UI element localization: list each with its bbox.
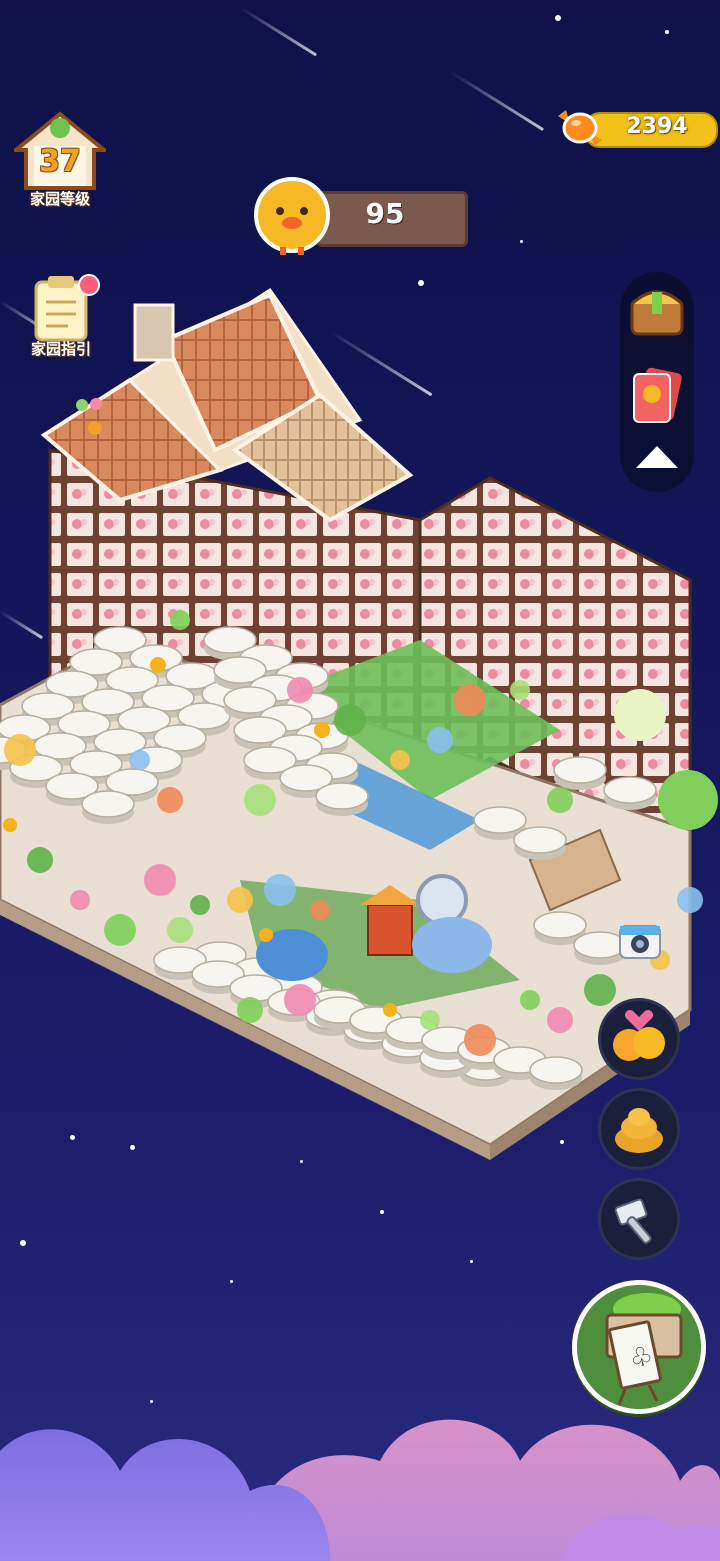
star <box>300 1160 303 1163</box>
decoration-plant <box>104 914 136 946</box>
round-table <box>81 790 135 824</box>
duck-pile-button[interactable] <box>598 1088 680 1170</box>
decoration-plant <box>420 1010 440 1030</box>
round-table <box>529 1056 583 1090</box>
decoration-plant <box>70 890 90 910</box>
decoration-plant <box>237 997 263 1023</box>
decoration-plant <box>520 990 540 1010</box>
decoration-plant <box>677 887 703 913</box>
round-table <box>603 776 657 810</box>
home-guide-label: 家园指引 <box>30 340 91 358</box>
decoration-plant <box>190 895 210 915</box>
home-guide-button[interactable]: 家园指引 <box>18 272 104 364</box>
decoration-plant <box>510 680 530 700</box>
decoration-plant <box>287 677 313 703</box>
shooting-star <box>449 70 545 132</box>
ducks-heart-icon <box>613 1010 665 1061</box>
decoration-plant <box>427 727 453 753</box>
star <box>20 1240 26 1246</box>
star <box>470 1260 473 1263</box>
duck-counter[interactable]: 95 <box>254 175 468 257</box>
decoration-plant <box>454 684 486 716</box>
currency-value: 2394 <box>626 114 688 139</box>
cards-icon <box>633 367 682 423</box>
side-menu <box>620 272 694 492</box>
decoration-plant <box>144 864 176 896</box>
decoration-plant <box>27 847 53 873</box>
chest-button[interactable] <box>626 280 688 342</box>
decoration-plant <box>227 887 253 913</box>
decoration-plant <box>464 1024 496 1056</box>
duck-value: 95 <box>365 197 405 230</box>
decoration-plant <box>157 787 183 813</box>
decoration-plant <box>390 750 410 770</box>
decoration-plant <box>310 900 330 920</box>
home-level-number: 37 <box>39 144 81 179</box>
decoration-plant <box>547 1007 573 1033</box>
shooting-star <box>239 6 318 57</box>
yellow-duck-icon <box>254 177 330 255</box>
hammer-icon <box>614 1198 652 1244</box>
decoration-plant <box>170 610 190 630</box>
star <box>230 1280 233 1283</box>
build-shop-button[interactable]: ♧ <box>572 1280 706 1414</box>
star <box>665 30 669 34</box>
round-table <box>315 782 369 816</box>
home-level-button[interactable]: 37 家园等级 <box>14 110 106 210</box>
notification-dot <box>78 274 100 296</box>
candy-icon <box>558 110 602 146</box>
cards-button[interactable] <box>626 364 688 426</box>
currency-counter[interactable]: 2394 <box>558 108 718 148</box>
decoration-plant <box>4 734 36 766</box>
decoration-plant <box>167 917 193 943</box>
camera-button[interactable] <box>618 920 662 960</box>
collapse-button[interactable] <box>634 442 680 472</box>
decoration-plant <box>130 750 150 770</box>
home-level-label: 家园等级 <box>29 190 90 208</box>
star <box>520 240 523 243</box>
duck-love-button[interactable] <box>598 998 680 1080</box>
decoration-plant <box>284 984 316 1016</box>
signboard-club-icon: ♧ <box>577 1285 701 1409</box>
star <box>380 1210 384 1214</box>
round-table <box>553 756 607 790</box>
round-table <box>513 826 567 860</box>
camera-icon <box>619 925 661 959</box>
decoration-plant <box>244 784 276 816</box>
decoration-plant <box>547 787 573 813</box>
duck-pile-icon <box>615 1108 663 1153</box>
decoration-plant <box>264 874 296 906</box>
chest-icon <box>630 290 684 336</box>
decoration-plant <box>334 704 366 736</box>
star <box>555 15 561 21</box>
hammer-button[interactable] <box>598 1178 680 1260</box>
triangle-up-icon <box>636 446 678 468</box>
